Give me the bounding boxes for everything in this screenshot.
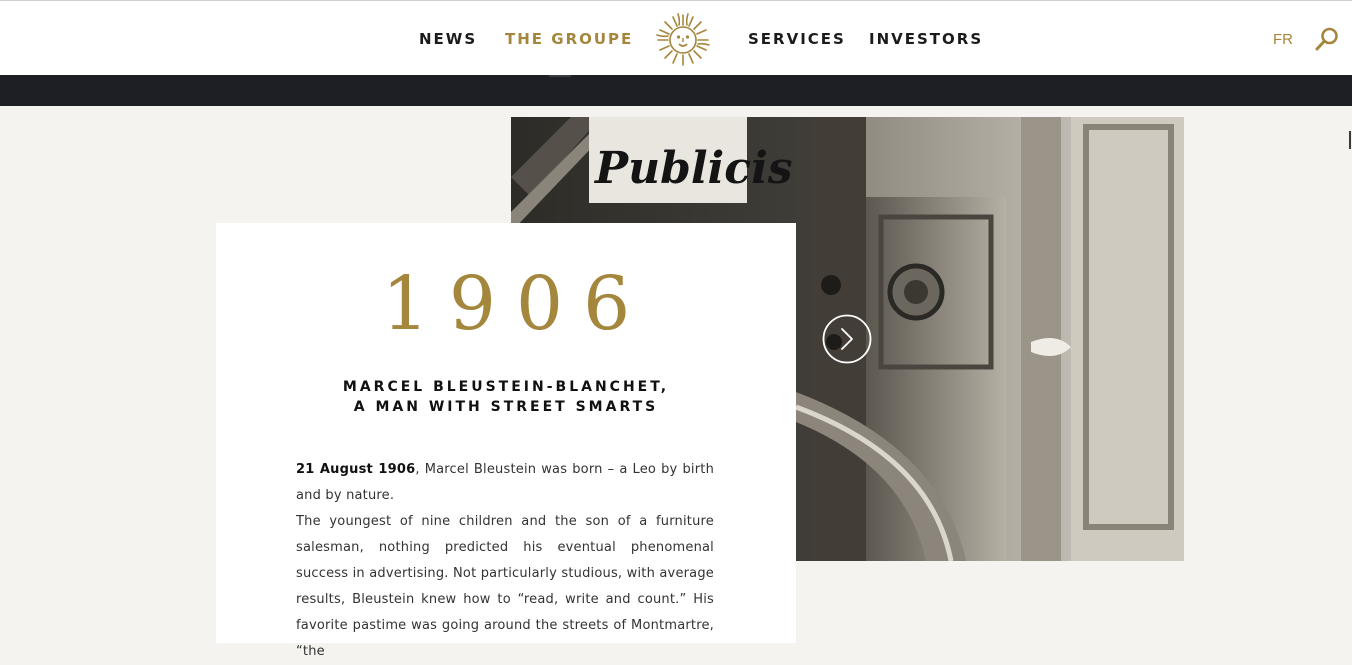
nav-news[interactable]: NEWS bbox=[419, 30, 477, 48]
next-slide-button[interactable] bbox=[822, 314, 872, 364]
timeline-body: 21 August 1906, Marcel Bleustein was bor… bbox=[296, 457, 714, 665]
timeline-year: 1906 bbox=[381, 261, 651, 347]
search-icon[interactable] bbox=[1313, 25, 1341, 53]
chevron-right-icon bbox=[841, 328, 853, 350]
site-header: NEWS THE GROUPE SERVICES INVESTORS FR bbox=[0, 0, 1352, 75]
photo-sign-text: Publicis bbox=[593, 143, 793, 194]
nav-investors[interactable]: INVESTORS bbox=[869, 30, 983, 48]
nav-services[interactable]: SERVICES bbox=[748, 30, 846, 48]
sub-nav-band bbox=[0, 75, 1352, 106]
body-paragraph-1: 21 August 1906, Marcel Bleustein was bor… bbox=[296, 457, 714, 509]
timeline-headline: MARCEL BLEUSTEIN-BLANCHET, A MAN WITH ST… bbox=[216, 377, 796, 417]
headline-line-1: MARCEL BLEUSTEIN-BLANCHET, bbox=[342, 379, 670, 395]
body-paragraph-2: The youngest of nine children and the so… bbox=[296, 514, 714, 659]
language-switch[interactable]: FR bbox=[1273, 31, 1293, 48]
sun-lion-logo-icon[interactable] bbox=[654, 11, 712, 69]
band-indicator bbox=[549, 75, 571, 77]
body-date: 21 August 1906 bbox=[296, 462, 416, 477]
headline-line-2: A MAN WITH STREET SMARTS bbox=[353, 399, 659, 415]
scroll-edge-marker bbox=[1349, 131, 1351, 149]
timeline-card: 1906 MARCEL BLEUSTEIN-BLANCHET, A MAN WI… bbox=[216, 223, 796, 659]
nav-the-groupe[interactable]: THE GROUPE bbox=[505, 30, 633, 48]
